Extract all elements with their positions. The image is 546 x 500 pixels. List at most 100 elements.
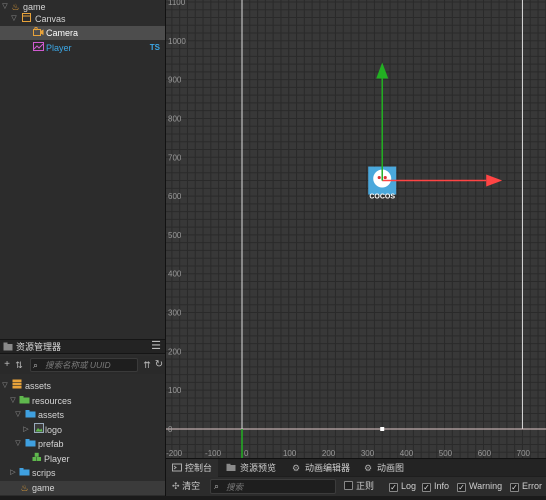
assets-toolbar: + ⇅ ⌕ ⇈ ↻	[0, 356, 165, 374]
y-axis-tick-label: 1100	[168, 0, 186, 7]
filter-label: Error	[522, 481, 542, 491]
y-axis-tick-label: 100	[168, 386, 182, 395]
search-icon: ⌕	[33, 360, 39, 370]
expand-arrow-icon[interactable]: ▽	[14, 437, 22, 451]
x-axis-tick-label: 0	[244, 449, 249, 458]
tab-label: 资源预览	[240, 463, 277, 473]
filter-info-checkbox[interactable]: ✓ Info	[422, 479, 449, 493]
checkbox-checked-icon[interactable]: ✓	[510, 483, 519, 492]
hierarchy-item-label: Canvas	[35, 14, 66, 24]
left-panel: ▽ ♨ game ▽ Canvas Camera Player TS 资源管理器…	[0, 0, 166, 500]
asset-item-assets-db[interactable]: ▽ assets	[0, 379, 165, 393]
tab-animation-editor[interactable]: ⚙ 动画编辑器	[288, 459, 356, 477]
add-asset-icon[interactable]: +	[1, 358, 13, 372]
refresh-icon[interactable]: ↻	[153, 358, 165, 372]
x-axis-tick-label: 500	[439, 449, 453, 458]
filter-label: Info	[434, 481, 450, 491]
folder-open-icon	[19, 394, 30, 408]
asset-item-resources[interactable]: ▽ resources	[0, 394, 165, 408]
menu-icon[interactable]: ☰	[151, 340, 161, 353]
y-axis-tick-label: 200	[168, 347, 182, 356]
animation-graph-icon: ⚙	[364, 463, 373, 473]
regex-checkbox[interactable]: 正则	[344, 479, 374, 493]
asset-item-prefab[interactable]: ▽ prefab	[0, 437, 165, 451]
checkbox-checked-icon[interactable]: ✓	[389, 483, 398, 492]
folder-open-icon	[25, 437, 36, 451]
y-axis-tick-label: 300	[168, 309, 182, 318]
cocos-logo-eye	[383, 175, 387, 180]
assets-search-input[interactable]	[45, 359, 137, 371]
y-axis-tick-label: 800	[168, 114, 182, 123]
hierarchy-item-camera[interactable]: Camera	[0, 26, 165, 40]
filter-log-checkbox[interactable]: ✓ Log	[389, 479, 416, 493]
console-tabs: 控制台 资源预览 ⚙ 动画编辑器 ⚙ 动画图	[166, 458, 546, 477]
canvas-anchor-handle	[380, 427, 385, 431]
console-search-input[interactable]	[226, 481, 334, 492]
y-axis-tick-label: 0	[168, 425, 173, 434]
cocos-logo-eye	[377, 175, 381, 180]
asset-item-label: prefab	[38, 439, 64, 449]
x-axis-tick-label: 700	[517, 449, 531, 458]
asset-item-logo[interactable]: ▷ logo	[0, 423, 165, 437]
image-asset-icon	[33, 423, 44, 437]
collapse-arrow-icon[interactable]: ▷	[9, 466, 17, 480]
move-handle-x-arrow	[486, 174, 503, 187]
expand-arrow-icon[interactable]: ▽	[9, 394, 17, 408]
y-axis-tick-label: 900	[168, 76, 182, 85]
hierarchy-item-player[interactable]: Player TS	[0, 41, 165, 55]
asset-item-label: resources	[32, 396, 72, 406]
collapse-arrow-icon[interactable]: ▷	[22, 423, 30, 437]
prefab-node-icon	[33, 41, 44, 55]
y-axis-tick-label: 600	[168, 192, 182, 201]
asset-item-scrips[interactable]: ▷ scrips	[0, 466, 165, 480]
console-toolbar: ✣ 清空 ⌕ 正则 ✓Log ✓Info ✓Warning ✓Error	[166, 477, 546, 496]
filter-label: Log	[401, 481, 417, 491]
asset-item-label: assets	[25, 381, 52, 391]
folder-closed-icon	[19, 466, 30, 480]
x-axis-tick-label: 600	[478, 449, 492, 458]
x-axis-tick-label: -100	[205, 449, 222, 458]
checkbox-box[interactable]	[344, 481, 353, 490]
search-icon: ⌕	[214, 481, 220, 491]
asset-item-player-prefab[interactable]: Player	[0, 452, 165, 466]
checkbox-checked-icon[interactable]: ✓	[457, 483, 466, 492]
filter-label: Warning	[469, 481, 503, 491]
scene-grid-canvas[interactable]: 110010009008007006005004003002001000-100…	[166, 0, 546, 458]
prefab-asset-icon	[31, 452, 42, 466]
assets-panel-header: 资源管理器 ☰	[0, 339, 165, 354]
scene-view[interactable]: 110010009008007006005004003002001000-100…	[166, 0, 546, 458]
tab-console[interactable]: 控制台	[166, 459, 218, 477]
typescript-badge: TS	[149, 43, 160, 52]
expand-arrow-icon[interactable]: ▽	[10, 12, 18, 26]
assets-search-box[interactable]: ⌕	[30, 358, 138, 372]
sort-icon[interactable]: ⇅	[13, 358, 25, 372]
camera-icon	[33, 26, 44, 40]
asset-item-game-scene[interactable]: ♨ game	[0, 481, 165, 495]
asset-item-label: game	[32, 483, 55, 493]
hierarchy-item-label: Player	[46, 43, 72, 53]
hierarchy-item-canvas[interactable]: ▽ Canvas	[0, 12, 165, 26]
status-strip	[0, 496, 546, 500]
asset-item-label: assets	[38, 410, 65, 420]
clear-button[interactable]: ✣ 清空	[172, 479, 200, 493]
x-axis-tick-label: 200	[322, 449, 336, 458]
console-search-box[interactable]: ⌕	[210, 479, 336, 494]
expand-arrow-icon[interactable]: ▽	[1, 379, 9, 393]
filter-warning-checkbox[interactable]: ✓ Warning	[457, 479, 502, 493]
asset-item-assets-folder[interactable]: ▽ assets	[0, 408, 165, 422]
tab-asset-preview[interactable]: 资源预览	[222, 459, 284, 477]
x-axis-tick-label: 400	[400, 449, 414, 458]
y-axis-tick-label: 700	[168, 153, 182, 162]
regex-label: 正则	[356, 481, 375, 491]
folder-icon	[3, 341, 13, 354]
filter-error-checkbox[interactable]: ✓ Error	[510, 479, 542, 493]
node-box-icon	[21, 12, 32, 26]
tab-label: 动画图	[377, 463, 405, 473]
checkbox-checked-icon[interactable]: ✓	[422, 483, 431, 492]
tab-animation-graph[interactable]: ⚙ 动画图	[360, 459, 410, 477]
expand-arrow-icon[interactable]: ▽	[14, 408, 22, 422]
collapse-all-icon[interactable]: ⇈	[141, 358, 153, 372]
animation-icon: ⚙	[292, 463, 301, 473]
database-icon	[11, 379, 22, 393]
y-axis-tick-label: 400	[168, 270, 182, 279]
